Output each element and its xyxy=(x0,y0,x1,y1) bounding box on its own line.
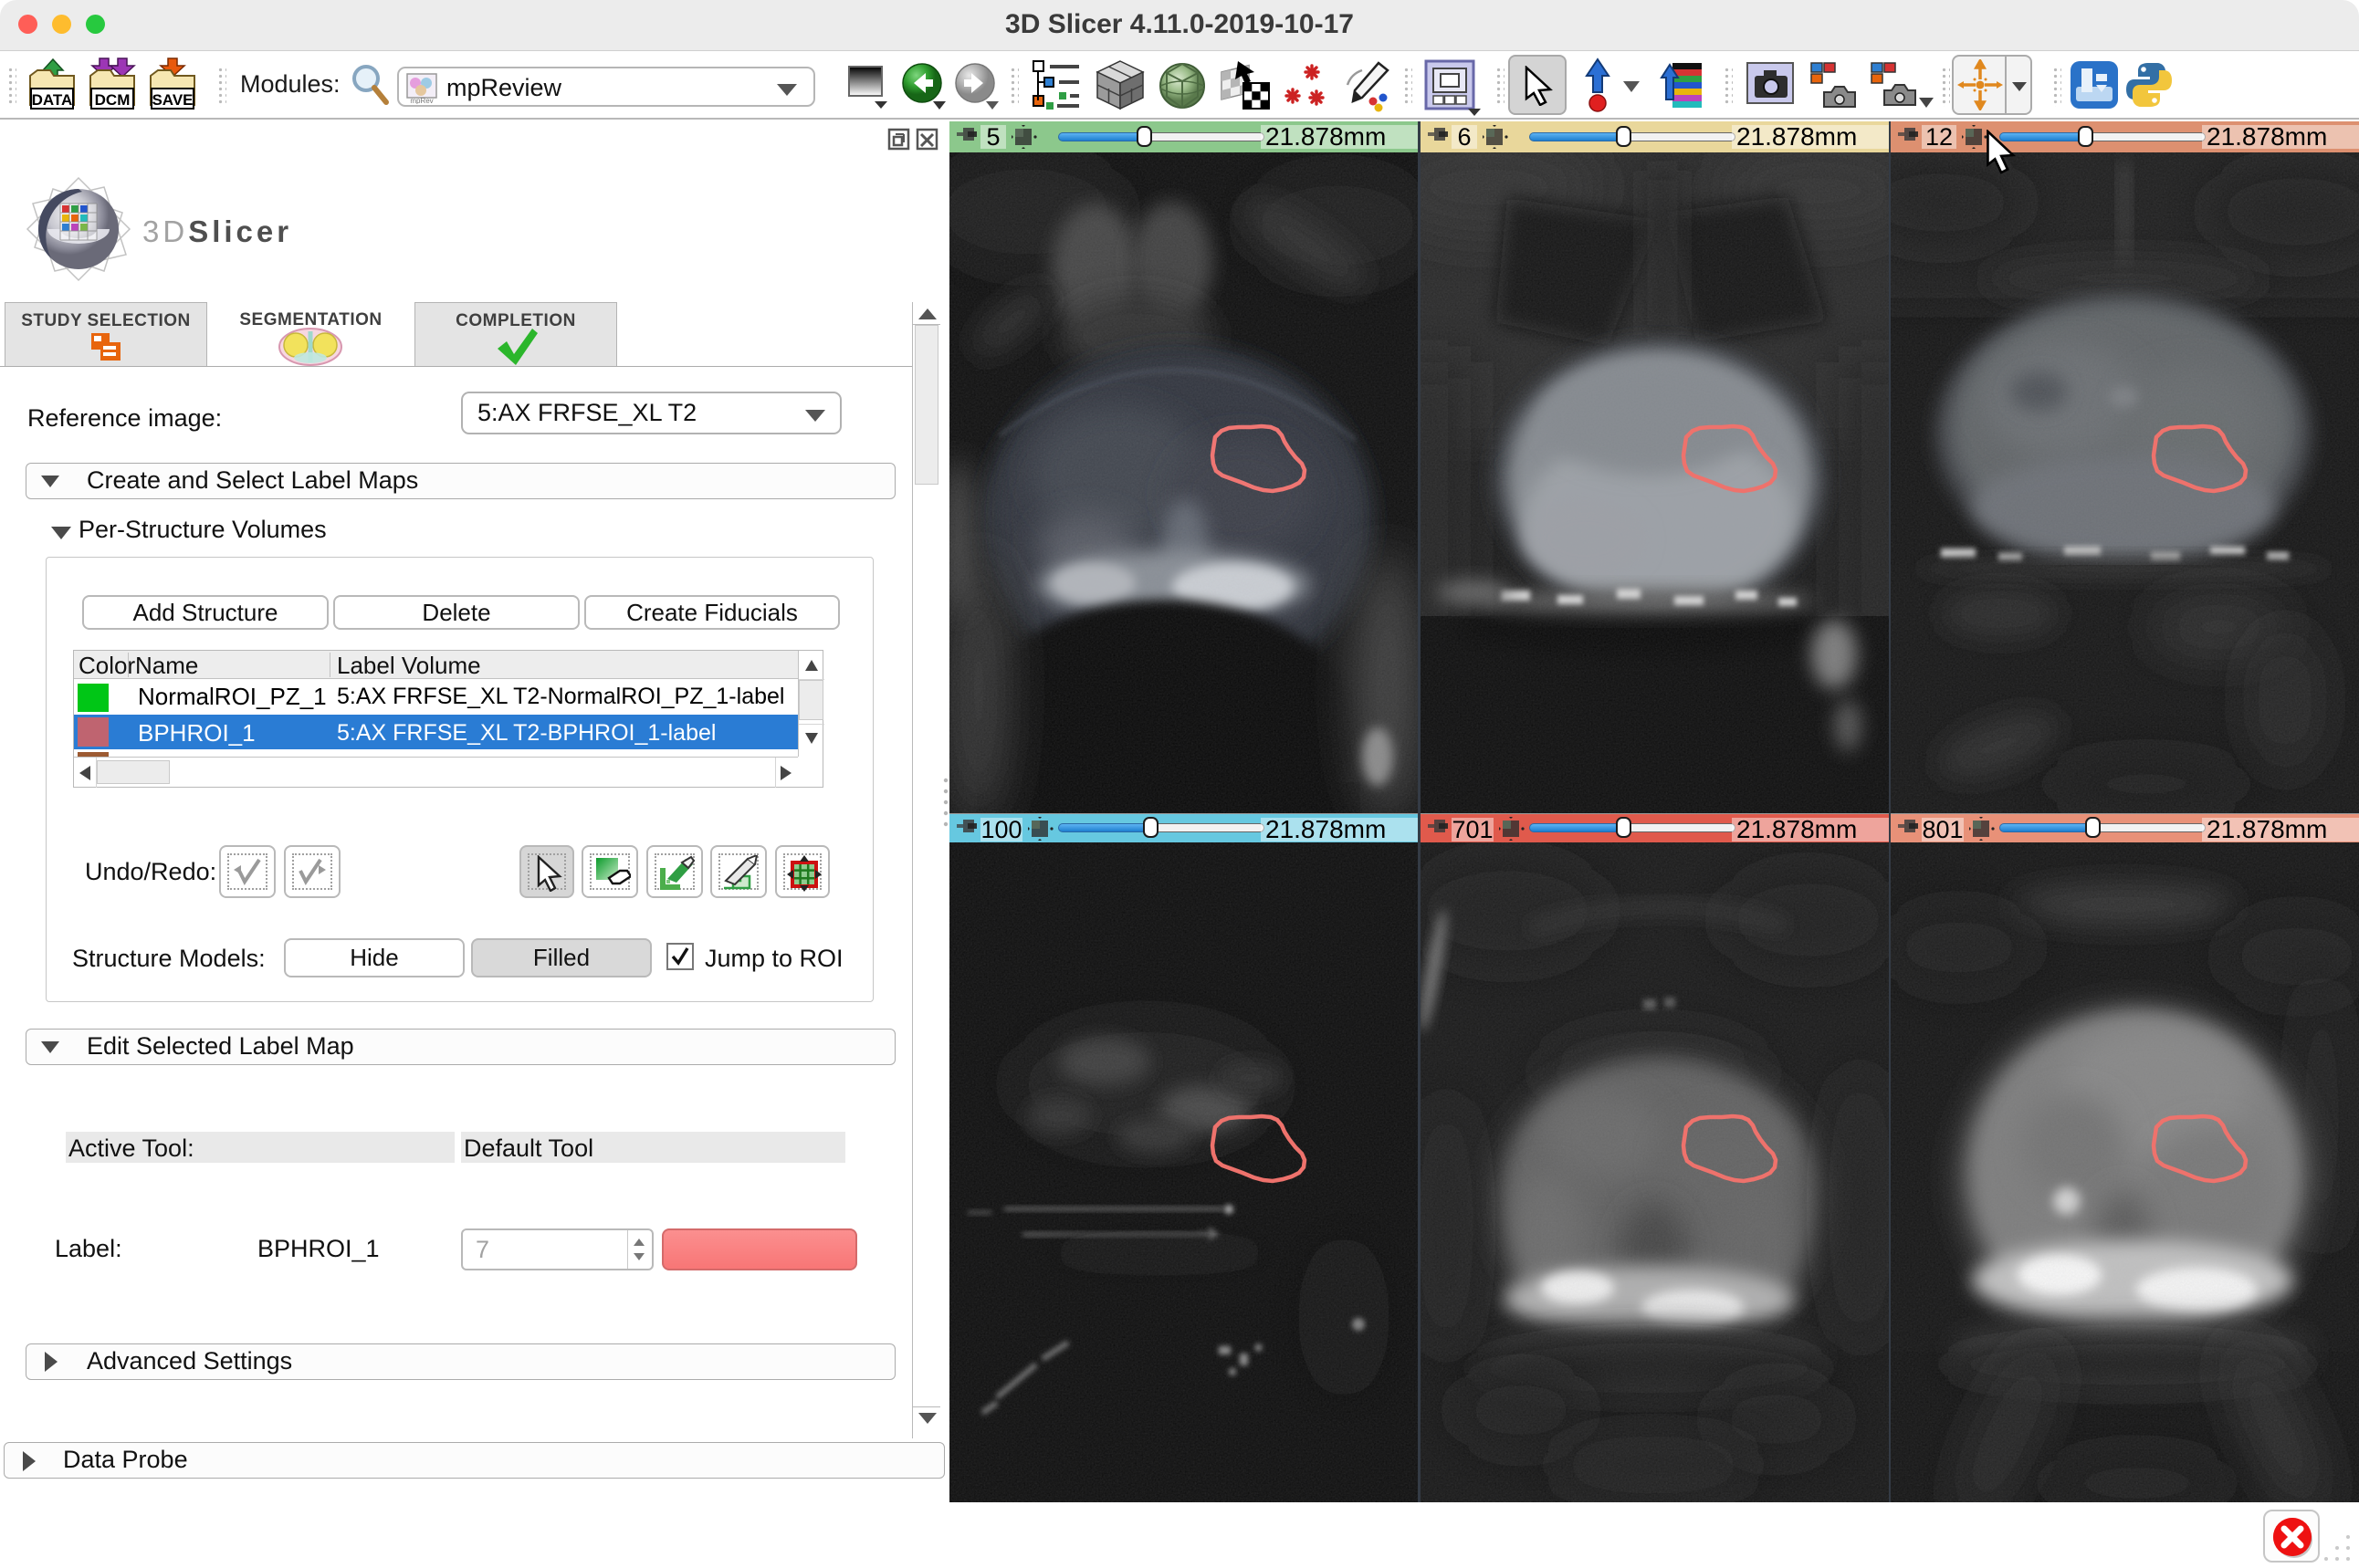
svg-text:DATA: DATA xyxy=(32,91,73,109)
svg-text:3DSlicer: 3DSlicer xyxy=(142,214,292,248)
svg-text:DCM: DCM xyxy=(95,91,131,109)
svg-text:SAVE: SAVE xyxy=(152,91,193,109)
svg-text:mpRev: mpRev xyxy=(410,97,433,104)
